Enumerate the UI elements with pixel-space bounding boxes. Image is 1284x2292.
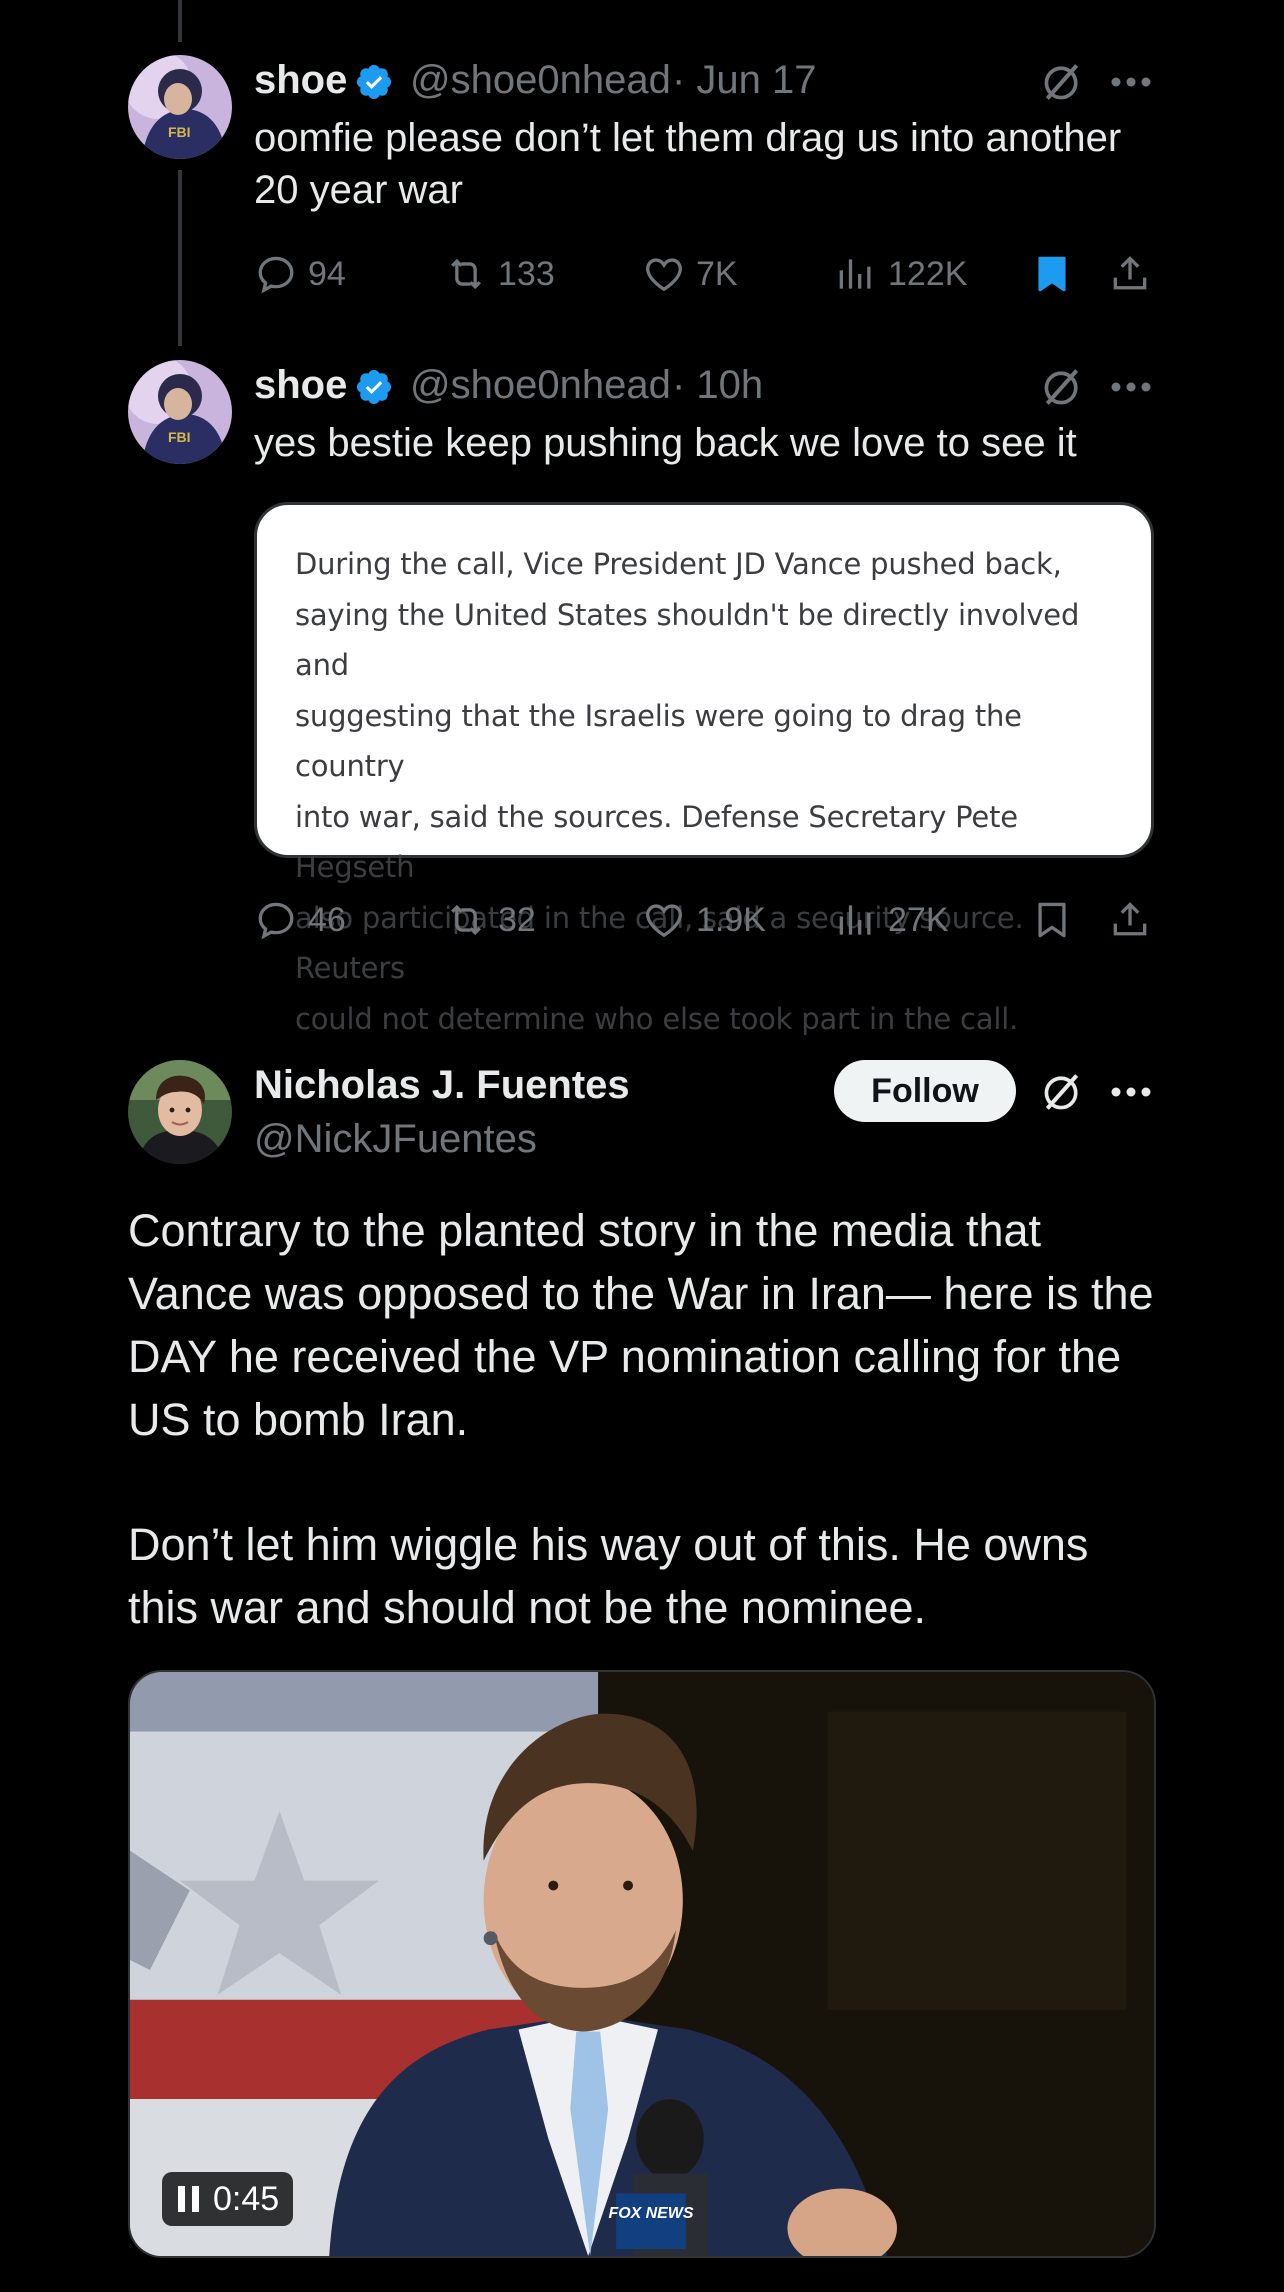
heart-icon (646, 904, 682, 938)
like-button[interactable]: 1.9K (642, 898, 766, 942)
views-button[interactable]: 122K (834, 252, 967, 296)
author-name[interactable]: shoe (254, 363, 347, 408)
quote-line: could not determine who else took part i… (295, 1001, 1019, 1036)
reply-count: 46 (308, 900, 346, 939)
main-text-line: Don’t let him wiggle his way out of this… (128, 1519, 1089, 1570)
author-handle[interactable]: @shoe0nhead (410, 58, 671, 103)
verified-badge-icon (356, 369, 392, 405)
author-name[interactable]: shoe (254, 58, 347, 103)
share-icon[interactable] (1108, 252, 1152, 296)
tweet-text-line: oomfie please don’t let them drag us int… (254, 116, 1122, 160)
main-text-line: Vance was opposed to the War in Iran— he… (128, 1268, 1154, 1319)
grok-icon[interactable] (1040, 60, 1084, 104)
like-count: 7K (696, 254, 738, 293)
main-text-line: DAY he received the VP nomination callin… (128, 1331, 1122, 1382)
more-icon[interactable] (1110, 76, 1152, 88)
views-icon (839, 259, 871, 289)
more-icon[interactable] (1110, 1086, 1152, 1098)
tweet-time[interactable]: · Jun 17 (672, 58, 817, 103)
svg-text:FBI: FBI (168, 124, 191, 140)
video-time: 0:45 (213, 2179, 280, 2218)
avatar-shoe[interactable]: FBI (128, 360, 232, 464)
reply-button[interactable]: 94 (254, 252, 346, 296)
reply-count: 94 (308, 254, 346, 293)
main-tweet-text-paragraph-1: Contrary to the planted story in the med… (128, 1199, 1208, 1451)
pause-icon[interactable] (178, 2186, 199, 2212)
bookmark-icon[interactable] (1030, 252, 1074, 296)
svg-text:FBI: FBI (168, 429, 191, 445)
views-icon (839, 905, 871, 935)
main-text-line: Contrary to the planted story in the med… (128, 1205, 1042, 1256)
follow-button[interactable]: Follow (834, 1060, 1016, 1122)
repost-icon (451, 904, 481, 936)
video-frame: FOX NEWS (130, 1672, 1154, 2256)
like-button[interactable]: 7K (642, 252, 738, 296)
avatar-shoe[interactable]: FBI (128, 55, 232, 159)
repost-icon (451, 258, 481, 290)
heart-icon (646, 258, 682, 292)
thread-line-middle (178, 170, 182, 346)
quote-line: During the call, Vice President JD Vance… (295, 547, 1062, 581)
main-text-line: this war and should not be the nominee. (128, 1582, 927, 1633)
quoted-screenshot[interactable]: During the call, Vice President JD Vance… (254, 502, 1154, 1036)
quote-line: into war, said the sources. Defense Secr… (295, 799, 1018, 885)
video-player[interactable]: FOX NEWS 0:45 (128, 1670, 1156, 2258)
more-icon[interactable] (1110, 381, 1152, 393)
views-count: 27K (888, 900, 949, 939)
main-tweet-text-paragraph-2: Don’t let him wiggle his way out of this… (128, 1513, 1208, 1639)
thread-line-top (178, 0, 182, 42)
tweet-text: oomfie please don’t let them drag us int… (254, 112, 1154, 216)
author-handle[interactable]: @NickJFuentes (254, 1117, 537, 1162)
quote-line: suggesting that the Israelis were going … (295, 698, 1022, 784)
author-handle[interactable]: @shoe0nhead (410, 363, 671, 408)
video-playback-control[interactable]: 0:45 (162, 2172, 294, 2226)
verified-badge-icon (356, 64, 392, 100)
tweet-text: yes bestie keep pushing back we love to … (254, 421, 1077, 465)
fox-news-logo-text: FOX NEWS (608, 2205, 693, 2222)
tweet-time[interactable]: · 10h (672, 363, 763, 408)
repost-button[interactable]: 133 (444, 252, 555, 296)
bookmark-icon[interactable] (1030, 898, 1074, 942)
views-count: 122K (888, 254, 968, 293)
repost-button[interactable]: 32 (444, 898, 536, 942)
share-icon[interactable] (1108, 898, 1152, 942)
grok-icon[interactable] (1040, 365, 1084, 409)
like-count: 1.9K (696, 900, 766, 939)
tweet-text-line: 20 year war (254, 168, 463, 212)
quote-line: saying the United States shouldn't be di… (295, 597, 1080, 683)
reply-icon (258, 902, 294, 940)
reply-button[interactable]: 46 (254, 898, 346, 942)
reply-icon (258, 256, 294, 294)
avatar-nick[interactable] (128, 1060, 232, 1164)
repost-count: 32 (498, 900, 536, 939)
views-button[interactable]: 27K (834, 898, 949, 942)
repost-count: 133 (498, 254, 555, 293)
author-name[interactable]: Nicholas J. Fuentes (254, 1063, 630, 1108)
grok-icon[interactable] (1040, 1070, 1084, 1114)
main-text-line: US to bomb Iran. (128, 1394, 469, 1445)
